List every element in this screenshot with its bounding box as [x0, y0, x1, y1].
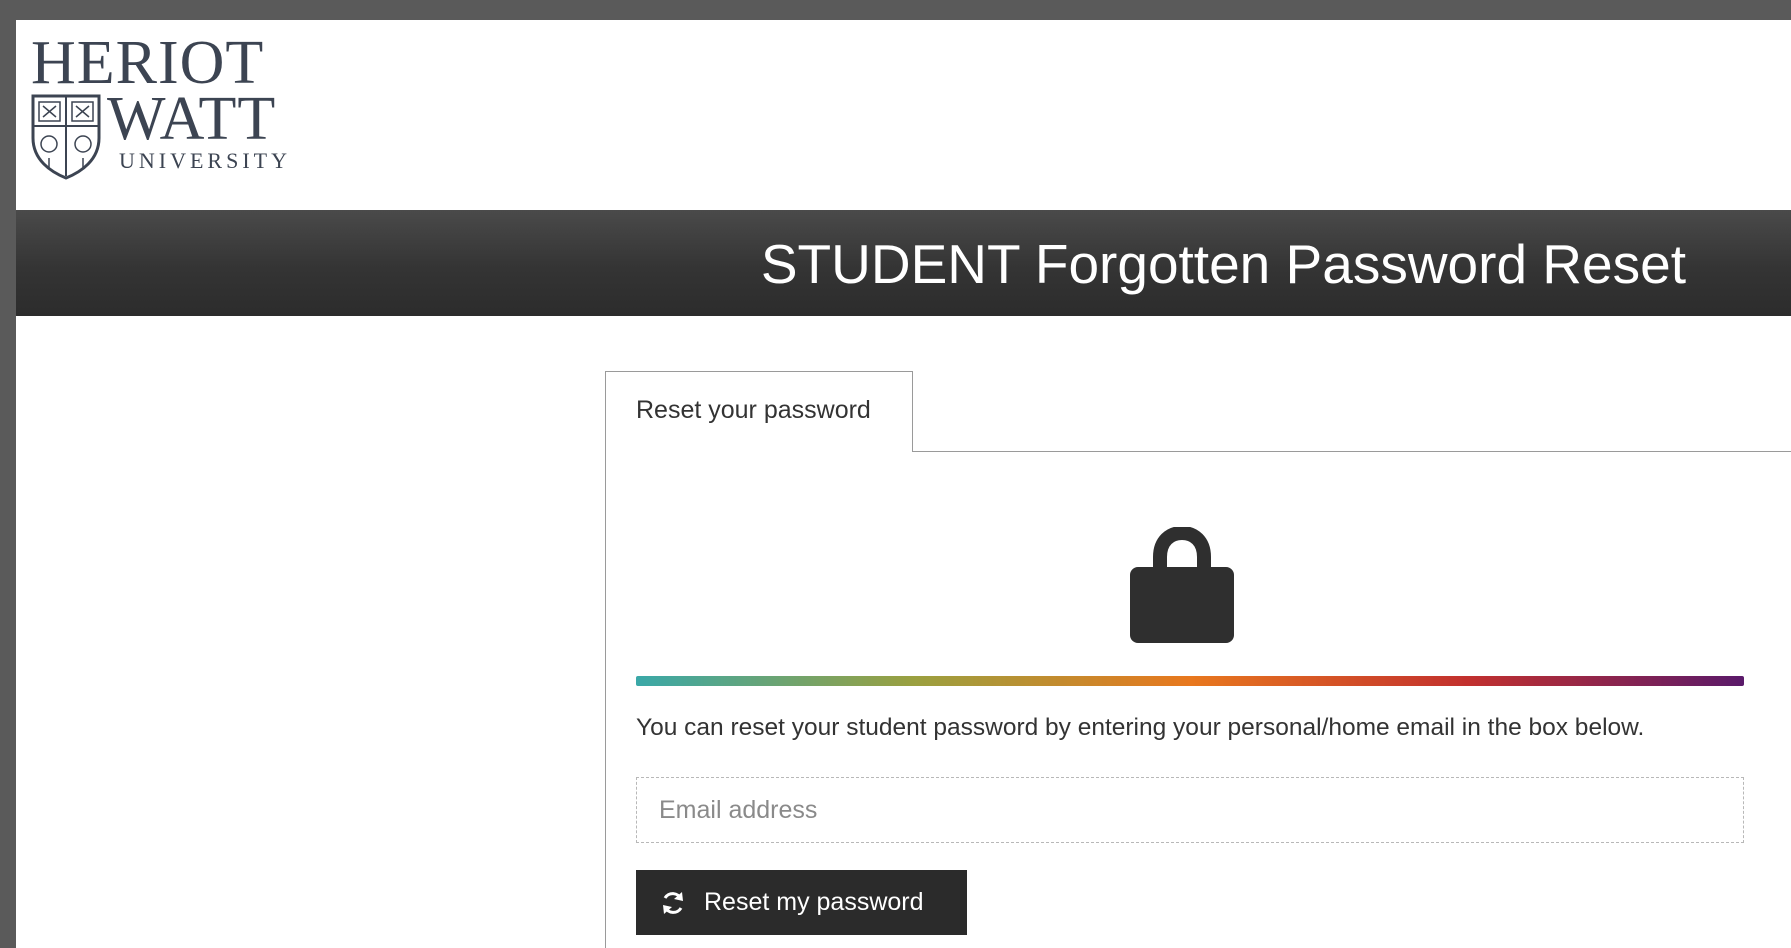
tab-reset-your-password[interactable]: Reset your password [605, 371, 913, 452]
logo-text-university: UNIVERSITY [119, 148, 291, 173]
reset-password-button[interactable]: Reset my password [636, 870, 967, 935]
university-logo[interactable]: HERIOT WATT UNIVERSITY [29, 32, 299, 182]
crest-icon [31, 94, 101, 180]
refresh-icon [663, 891, 683, 914]
brand-gradient-bar [636, 676, 1744, 686]
reset-password-button-label: Reset my password [704, 888, 924, 916]
logo-text-watt: WATT [107, 85, 277, 153]
email-input[interactable] [636, 777, 1744, 843]
lock-icon [1130, 527, 1234, 643]
tab-label: Reset your password [636, 396, 871, 424]
instructions-text: You can reset your student password by e… [636, 714, 1645, 741]
page-title: STUDENT Forgotten Password Reset [760, 233, 1686, 295]
reset-panel: You can reset your student password by e… [605, 451, 1791, 948]
header-banner: STUDENT Forgotten Password Reset [16, 210, 1791, 316]
page: HERIOT WATT UNIVERSITY STUDENT Forgotten… [16, 20, 1791, 948]
